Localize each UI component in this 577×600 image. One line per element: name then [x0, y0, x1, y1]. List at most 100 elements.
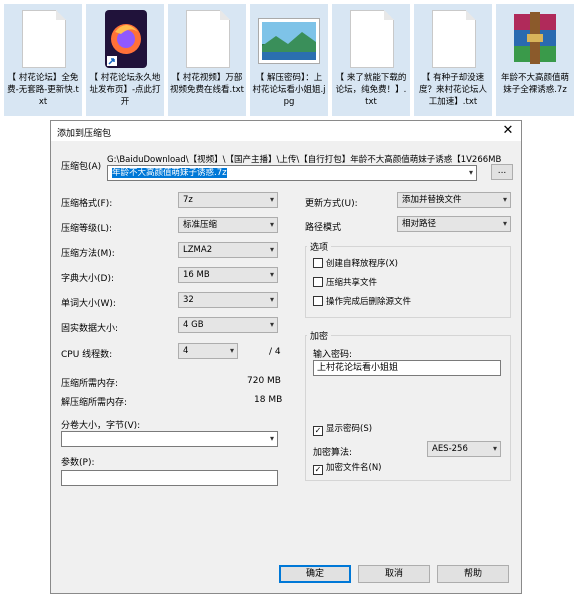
- decompress-memory-label: 解压缩所需内存:: [61, 398, 128, 408]
- path-mode-label: 路径模式: [305, 223, 342, 233]
- file-label: 年龄不大高颜值萌妹子全裸诱惑.7z: [500, 73, 569, 95]
- dictionary-label: 字典大小(D):: [61, 274, 114, 284]
- file-item[interactable]: 【 有种子却没速度？来村花论坛人工加速】.txt: [414, 4, 492, 116]
- sfx-label: 创建自释放程序(X): [326, 259, 398, 269]
- update-mode-value: 添加并替换文件: [402, 195, 462, 205]
- chevron-down-icon: ▾: [269, 295, 274, 304]
- dialog-title: 添加到压缩包: [57, 129, 112, 139]
- check-icon: ✓: [313, 465, 323, 475]
- update-mode-label: 更新方式(U):: [305, 199, 358, 209]
- password-label: 输入密码:: [313, 350, 353, 360]
- text-file-icon: [432, 10, 476, 68]
- path-mode-select[interactable]: 相对路径 ▾: [397, 216, 511, 232]
- level-value: 标准压缩: [183, 220, 218, 230]
- format-label: 压缩格式(F):: [61, 199, 113, 209]
- file-label: 【 来了就能下载的论坛，纯免费！】.txt: [335, 73, 407, 107]
- browse-button[interactable]: ...: [491, 164, 513, 180]
- options-group-label: 选项: [307, 240, 332, 253]
- file-item[interactable]: 年龄不大高颜值萌妹子全裸诱惑.7z: [496, 4, 574, 116]
- method-select[interactable]: LZMA2 ▾: [178, 242, 278, 258]
- archive-name-value: 年龄不大高颜值萌妹子诱惑.7z: [112, 168, 227, 178]
- cpu-threads-value: 4: [183, 346, 189, 356]
- chevron-down-icon: ▾: [468, 168, 473, 177]
- word-size-select[interactable]: 32 ▾: [178, 292, 278, 308]
- show-password-label: 显示密码(S): [326, 424, 373, 434]
- split-size-combo[interactable]: ▾: [61, 431, 278, 447]
- encryption-method-label: 加密算法:: [313, 448, 353, 458]
- file-label: 【 解压密码】：上村花论坛看小姐姐.jpg: [252, 73, 326, 107]
- file-strip: 【 村花论坛】全免费-无套路-更新快.txt 【 村花论坛永久地址发布页】-点此…: [0, 0, 577, 118]
- chevron-down-icon: ▾: [502, 195, 507, 204]
- file-item[interactable]: 【 解压密码】：上村花论坛看小姐姐.jpg: [250, 4, 328, 116]
- shared-files-checkbox[interactable]: 压缩共享文件: [313, 277, 377, 289]
- format-value: 7z: [183, 195, 193, 205]
- file-label: 【 村花论坛永久地址发布页】-点此打开: [89, 73, 161, 107]
- decompress-memory-value: 18 MB: [254, 395, 283, 405]
- chevron-down-icon: ▾: [492, 444, 497, 453]
- checkbox-box: [313, 258, 323, 268]
- chevron-down-icon: ▾: [229, 346, 234, 355]
- file-item[interactable]: 【 村花视频】万部视频免费在线看.txt: [168, 4, 246, 116]
- file-item[interactable]: 【 村花论坛永久地址发布页】-点此打开: [86, 4, 164, 116]
- file-label: 【 村花视频】万部视频免费在线看.txt: [170, 73, 244, 95]
- compress-memory-value: 720 MB: [247, 376, 281, 386]
- add-to-archive-dialog: 添加到压缩包 ✕ 压缩包(A) G:\BaiduDownload\【视频】\【国…: [50, 120, 522, 594]
- solid-size-label: 固实数据大小:: [61, 324, 119, 334]
- file-label: 【 有种子却没速度？来村花论坛人工加速】.txt: [418, 73, 487, 107]
- split-size-label: 分卷大小，字节(V):: [61, 421, 141, 431]
- chevron-down-icon: ▾: [269, 270, 274, 279]
- cpu-threads-total: / 4: [269, 347, 281, 357]
- encrypt-names-checkbox[interactable]: ✓ 加密文件名(N): [313, 463, 382, 475]
- parameters-label: 参数(P):: [61, 458, 95, 468]
- image-file-icon: [258, 18, 320, 64]
- method-label: 压缩方法(M):: [61, 249, 115, 259]
- archive-path: G:\BaiduDownload\【视频】\【国产主播】\上传\【自行打包】年龄…: [107, 155, 502, 165]
- help-button[interactable]: 帮助: [437, 565, 509, 583]
- file-label: 【 村花论坛】全免费-无套路-更新快.txt: [7, 73, 79, 107]
- method-value: LZMA2: [183, 245, 213, 255]
- password-input[interactable]: 上村花论坛看小姐姐: [313, 360, 501, 376]
- checkbox-box: [313, 296, 323, 306]
- chevron-down-icon: ▾: [269, 245, 274, 254]
- chevron-down-icon: ▾: [269, 195, 274, 204]
- level-label: 压缩等级(L):: [61, 224, 113, 234]
- cpu-threads-label: CPU 线程数:: [61, 350, 113, 360]
- encryption-method-select[interactable]: AES-256 ▾: [427, 441, 501, 457]
- cancel-button[interactable]: 取消: [358, 565, 430, 583]
- text-file-icon: [186, 10, 230, 68]
- dictionary-select[interactable]: 16 MB ▾: [178, 267, 278, 283]
- update-mode-select[interactable]: 添加并替换文件 ▾: [397, 192, 511, 208]
- compress-memory-label: 压缩所需内存:: [61, 379, 119, 389]
- level-select[interactable]: 标准压缩 ▾: [178, 217, 278, 233]
- encryption-method-value: AES-256: [432, 444, 468, 454]
- solid-size-select[interactable]: 4 GB ▾: [178, 317, 278, 333]
- ok-button[interactable]: 确定: [279, 565, 351, 583]
- file-item[interactable]: 【 来了就能下载的论坛，纯免费！】.txt: [332, 4, 410, 116]
- cpu-threads-select[interactable]: 4 ▾: [178, 343, 238, 359]
- close-icon[interactable]: ✕: [501, 123, 515, 139]
- shared-files-label: 压缩共享文件: [326, 278, 378, 288]
- check-icon: ✓: [313, 426, 323, 436]
- word-size-value: 32: [183, 295, 194, 305]
- solid-size-value: 4 GB: [183, 320, 204, 330]
- text-file-icon: [22, 10, 66, 68]
- archive-name-combo[interactable]: 年龄不大高颜值萌妹子诱惑.7z ▾: [107, 165, 477, 181]
- archive-label: 压缩包(A): [61, 162, 102, 172]
- sfx-checkbox[interactable]: 创建自释放程序(X): [313, 258, 398, 270]
- winrar-archive-icon: [510, 10, 560, 68]
- dictionary-value: 16 MB: [183, 270, 210, 280]
- checkbox-box: [313, 277, 323, 287]
- format-select[interactable]: 7z ▾: [178, 192, 278, 208]
- path-mode-value: 相对路径: [402, 219, 437, 229]
- word-size-label: 单词大小(W):: [61, 299, 116, 309]
- chevron-down-icon: ▾: [502, 219, 507, 228]
- chevron-down-icon: ▾: [269, 220, 274, 229]
- chevron-down-icon: ▾: [269, 320, 274, 329]
- delete-after-label: 操作完成后删除源文件: [326, 297, 412, 307]
- file-item[interactable]: 【 村花论坛】全免费-无套路-更新快.txt: [4, 4, 82, 116]
- delete-after-checkbox[interactable]: 操作完成后删除源文件: [313, 296, 411, 308]
- title-bar: 添加到压缩包 ✕: [51, 121, 521, 141]
- show-password-checkbox[interactable]: ✓ 显示密码(S): [313, 424, 372, 436]
- encryption-group-label: 加密: [307, 329, 332, 342]
- parameters-input[interactable]: [61, 470, 278, 486]
